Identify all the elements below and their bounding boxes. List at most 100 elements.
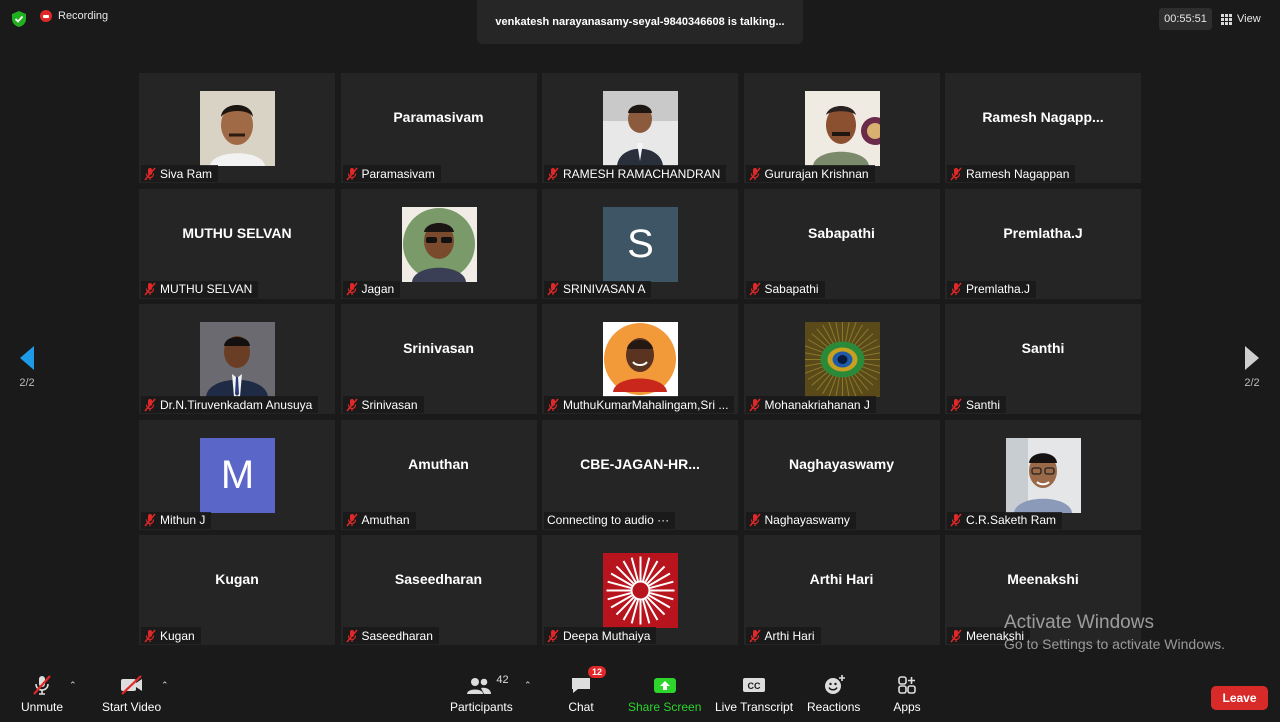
participant-name-label: Mithun J xyxy=(141,511,212,529)
participant-name: Ramesh Nagappan xyxy=(966,166,1070,181)
participant-tile[interactable]: Mohanakriahanan J xyxy=(743,304,940,414)
video-off-icon xyxy=(117,672,147,698)
svg-text:CC: CC xyxy=(748,681,761,691)
audio-options-caret-icon[interactable]: ⌃ xyxy=(69,680,79,690)
participant-tile[interactable]: CBE-JAGAN-HR... Connecting to audio ··· xyxy=(542,419,738,530)
participant-name-label: Amuthan xyxy=(342,511,416,529)
watermark-title: Activate Windows xyxy=(1004,612,1154,633)
participant-name-label: Sabapathi xyxy=(745,280,825,298)
chat-button[interactable]: 12 Chat xyxy=(566,666,606,714)
muted-microphone-icon xyxy=(748,282,761,296)
apps-label: Apps xyxy=(893,700,921,714)
participant-tile[interactable]: Arthi Hari Arthi Hari xyxy=(743,535,940,645)
video-options-caret-icon[interactable]: ⌃ xyxy=(161,680,171,690)
profile-photo xyxy=(804,91,880,166)
participants-button[interactable]: 42 Participants xyxy=(450,672,513,714)
participants-count: 42 xyxy=(496,674,509,686)
share-screen-label: Share Screen xyxy=(628,700,702,714)
start-video-label: Start Video xyxy=(102,700,162,714)
live-transcript-label: Live Transcript xyxy=(715,700,794,714)
participant-tile[interactable]: Siva Ram xyxy=(139,73,335,183)
participant-tile[interactable]: Amuthan Amuthan xyxy=(340,419,537,530)
participant-name-label: Dr.N.Tiruvenkadam Anusuya xyxy=(141,396,319,413)
microphone-muted-icon xyxy=(27,672,57,698)
participant-name: Saseedharan xyxy=(361,628,433,643)
participant-name: Arthi Hari xyxy=(764,628,815,643)
participant-tile[interactable]: Kugan Kugan xyxy=(139,535,335,645)
participant-tile[interactable]: S SRINIVASAN A xyxy=(542,188,738,299)
participant-name: Naghayaswamy xyxy=(764,513,850,527)
muted-microphone-icon xyxy=(345,398,358,411)
participant-tile[interactable]: Paramasivam Paramasivam xyxy=(340,73,537,183)
participants-label: Participants xyxy=(450,700,513,714)
participant-tile[interactable]: RAMESH RAMACHANDRAN xyxy=(542,73,738,183)
unmute-button[interactable]: Unmute xyxy=(21,672,63,714)
reactions-button[interactable]: Reactions xyxy=(807,672,860,714)
profile-photo xyxy=(1006,437,1081,513)
participant-tile[interactable]: Gururajan Krishnan xyxy=(743,73,940,183)
meeting-timer: 00:55:51 xyxy=(1159,8,1212,30)
participant-display-name: Naghayaswamy xyxy=(788,455,895,472)
reactions-label: Reactions xyxy=(807,700,861,714)
shield-check-icon[interactable] xyxy=(10,10,28,28)
participant-name: Sabapathi xyxy=(764,282,819,296)
participant-display-name: Arthi Hari xyxy=(809,571,874,587)
participant-tile[interactable]: MuthuKumarMahalingam,Sri ... xyxy=(542,304,738,414)
muted-microphone-icon xyxy=(345,282,358,296)
participant-name-label: Gururajan Krishnan xyxy=(745,165,875,182)
participant-name-label: Deepa Muthaiya xyxy=(544,627,657,644)
participant-display-name: Amuthan xyxy=(408,455,469,472)
muted-microphone-icon xyxy=(547,629,559,642)
participant-name: Gururajan Krishnan xyxy=(764,166,869,181)
participants-caret-icon[interactable]: ⌃ xyxy=(524,680,534,690)
chat-unread-badge: 12 xyxy=(587,666,606,678)
leave-button[interactable]: Leave xyxy=(1211,686,1268,710)
participants-icon: 42 xyxy=(452,672,510,698)
share-screen-button[interactable]: Share Screen xyxy=(628,672,701,714)
participant-name: Dr.N.Tiruvenkadam Anusuya xyxy=(160,397,313,412)
profile-photo xyxy=(804,322,880,397)
participant-name: C.R.Saketh Ram xyxy=(966,513,1057,527)
participant-name-label: Santhi xyxy=(947,396,1007,413)
profile-photo xyxy=(200,91,275,166)
participant-name: Premlatha.J xyxy=(966,282,1031,296)
participant-display-name: Saseedharan xyxy=(394,571,483,587)
muted-microphone-icon xyxy=(144,282,156,296)
participant-tile[interactable]: Jagan xyxy=(340,188,537,299)
recording-indicator[interactable]: Recording xyxy=(40,10,108,22)
view-label: View xyxy=(1237,13,1261,25)
participant-name-label: SRINIVASAN A xyxy=(544,280,652,298)
participant-tile[interactable]: Sabapathi Sabapathi xyxy=(743,188,940,299)
participant-display-name: Sabapathi xyxy=(808,224,875,241)
live-transcript-button[interactable]: CC Live Transcript xyxy=(715,672,793,714)
participant-tile[interactable]: Saseedharan Saseedharan xyxy=(340,535,537,645)
next-page-button[interactable]: 2/2 xyxy=(1237,345,1267,389)
share-screen-icon xyxy=(650,672,680,698)
participant-tile[interactable]: Naghayaswamy Naghayaswamy xyxy=(743,419,940,530)
logo-avatar xyxy=(603,553,678,628)
previous-page-button[interactable]: 2/2 xyxy=(12,345,42,389)
participant-name-label: Paramasivam xyxy=(342,165,441,182)
participant-tile[interactable]: MUTHU SELVAN MUTHU SELVAN xyxy=(139,188,335,299)
profile-photo xyxy=(401,206,477,282)
participant-tile[interactable]: Dr.N.Tiruvenkadam Anusuya xyxy=(139,304,335,414)
muted-microphone-icon xyxy=(345,513,358,527)
view-button[interactable]: View xyxy=(1221,8,1271,30)
muted-microphone-icon xyxy=(144,629,156,642)
profile-photo xyxy=(603,91,678,166)
participant-tile[interactable]: Deepa Muthaiya xyxy=(542,535,738,645)
participant-name-label: Premlatha.J xyxy=(947,280,1037,298)
participant-display-name: Ramesh Nagapp... xyxy=(982,109,1104,125)
participant-tile[interactable]: Premlatha.J Premlatha.J xyxy=(945,188,1141,299)
participant-name: Deepa Muthaiya xyxy=(563,628,651,643)
apps-button[interactable]: Apps xyxy=(892,672,922,714)
start-video-button[interactable]: Start Video xyxy=(102,672,161,714)
participant-tile[interactable]: M Mithun J xyxy=(139,419,335,530)
participant-tile[interactable]: Ramesh Nagapp... Ramesh Nagappan xyxy=(945,73,1141,183)
participant-tile[interactable]: Santhi Santhi xyxy=(945,304,1141,414)
participant-tile[interactable]: Srinivasan Srinivasan xyxy=(340,304,537,414)
muted-microphone-icon xyxy=(950,629,962,642)
muted-microphone-icon xyxy=(345,167,358,180)
participant-tile[interactable]: C.R.Saketh Ram xyxy=(945,419,1141,530)
participant-name: MUTHU SELVAN xyxy=(160,282,253,296)
